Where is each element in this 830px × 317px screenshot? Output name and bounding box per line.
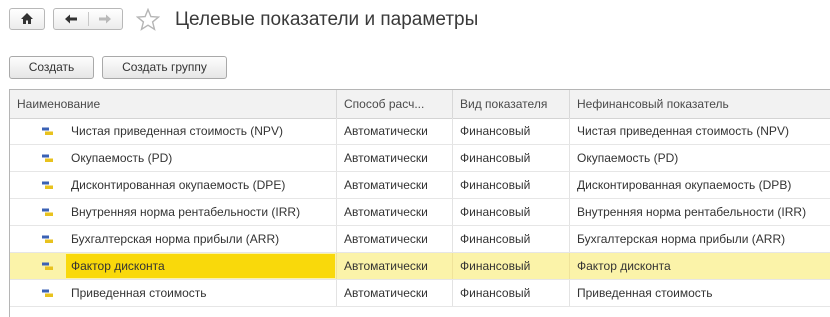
column-header-nonfinancial[interactable]: Нефинансовый показатель (570, 90, 830, 118)
indicator-name: Приведенная стоимость (71, 286, 207, 300)
cell-calc-method: Автоматически (337, 280, 453, 306)
indicators-table: Наименование Способ расч... Вид показате… (9, 89, 830, 317)
column-header-indicator-type[interactable]: Вид показателя (453, 90, 570, 118)
cell-indicator-type: Финансовый (453, 199, 570, 225)
cell-calc-method: Автоматически (337, 253, 453, 279)
home-button[interactable] (9, 8, 45, 30)
history-nav (53, 8, 123, 30)
cell-calc-method: Автоматически (337, 226, 453, 252)
cell-nonfinancial: Окупаемость (PD) (577, 151, 679, 165)
cell-indicator-type: Финансовый (453, 118, 570, 144)
cell-calc-method: Автоматически (337, 118, 453, 144)
table-row-selected[interactable]: Фактор дисконта Автоматически Финансовый Фа… (10, 253, 830, 280)
nav-separator (88, 12, 89, 26)
column-header-calc-method[interactable]: Способ расч... (337, 90, 453, 118)
table-row[interactable]: Бухгалтерская норма прибыли (ARR) Автомат… (10, 226, 830, 253)
cell-name: Чистая приведенная стоимость (NPV) (10, 118, 337, 144)
cell-indicator-type: Финансовый (453, 145, 570, 171)
catalog-item-icon (42, 208, 53, 216)
cell-indicator-type: Финансовый (453, 253, 570, 279)
catalog-item-icon (42, 235, 53, 243)
arrow-right-icon[interactable] (98, 13, 112, 25)
catalog-item-icon (42, 154, 53, 162)
cell-name: Дисконтированная окупаемость (DPE) (10, 172, 337, 198)
cell-name: Приведенная стоимость (10, 280, 337, 306)
indicator-name: Фактор дисконта (71, 259, 165, 273)
cell-name: Окупаемость (PD) (10, 145, 337, 171)
create-group-button[interactable]: Создать группу (102, 56, 227, 79)
page-title: Целевые показатели и параметры (175, 9, 479, 30)
cell-nonfinancial: Фактор дисконта (577, 259, 671, 273)
indicator-name: Бухгалтерская норма прибыли (ARR) (71, 232, 280, 246)
cell-nonfinancial: Приведенная стоимость (577, 286, 713, 300)
catalog-item-icon (42, 181, 53, 189)
table-row[interactable]: Чистая приведенная стоимость (NPV) Автома… (10, 118, 830, 145)
indicator-name: Дисконтированная окупаемость (DPE) (71, 178, 286, 192)
home-icon (21, 13, 33, 24)
table-row[interactable]: Дисконтированная окупаемость (DPE) Автома… (10, 172, 830, 199)
catalog-item-icon (42, 289, 53, 297)
table-header: Наименование Способ расч... Вид показате… (10, 90, 830, 119)
cell-calc-method: Автоматически (337, 145, 453, 171)
title-bar: Целевые показатели и параметры (0, 0, 830, 44)
cell-calc-method: Автоматически (337, 172, 453, 198)
cell-indicator-type: Финансовый (453, 280, 570, 306)
create-button[interactable]: Создать (9, 56, 94, 79)
cell-name: Фактор дисконта (10, 253, 337, 279)
star-icon[interactable] (136, 8, 160, 31)
indicator-name: Окупаемость (PD) (71, 151, 173, 165)
cell-indicator-type: Финансовый (453, 172, 570, 198)
table-row[interactable]: Окупаемость (PD) Автоматически Финансовый О… (10, 145, 830, 172)
cell-nonfinancial: Внутренняя норма рентабельности (IRR) (577, 205, 807, 219)
cell-nonfinancial: Чистая приведенная стоимость (NPV) (577, 124, 789, 138)
table-row[interactable]: Внутренняя норма рентабельности (IRR) Авт… (10, 199, 830, 226)
indicator-name: Внутренняя норма рентабельности (IRR) (71, 205, 301, 219)
arrow-left-icon[interactable] (64, 13, 78, 25)
cell-calc-method: Автоматически (337, 199, 453, 225)
catalog-item-icon (42, 127, 53, 135)
cell-nonfinancial: Бухгалтерская норма прибыли (ARR) (577, 232, 786, 246)
column-header-name[interactable]: Наименование (10, 90, 337, 118)
table-row[interactable]: Приведенная стоимость Автоматически Финанс… (10, 280, 830, 307)
catalog-item-icon (42, 262, 53, 270)
cell-indicator-type: Финансовый (453, 226, 570, 252)
cell-nonfinancial: Дисконтированная окупаемость (DPB) (577, 178, 792, 192)
cell-name: Бухгалтерская норма прибыли (ARR) (10, 226, 337, 252)
cell-name: Внутренняя норма рентабельности (IRR) (10, 199, 337, 225)
indicator-name: Чистая приведенная стоимость (NPV) (71, 124, 283, 138)
